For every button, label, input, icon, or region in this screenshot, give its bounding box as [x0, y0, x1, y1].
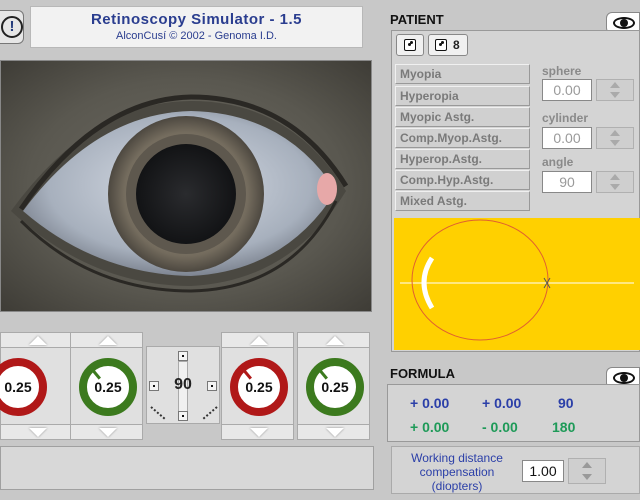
formula-label: FORMULA [390, 366, 455, 381]
exclamation-icon: ! [1, 16, 23, 38]
dial-up-button[interactable] [297, 332, 370, 348]
eye-illustration [11, 94, 349, 293]
dial-down-button[interactable] [297, 424, 370, 440]
dial-ring[interactable]: 0.25 [306, 358, 364, 416]
patient-label: PATIENT [390, 12, 444, 27]
dial-down-button[interactable] [221, 424, 294, 440]
spin-down-icon [610, 184, 620, 190]
arrow-up-icon [29, 336, 47, 345]
angle-spinner[interactable] [596, 171, 634, 193]
cylinder-dial-green: 0.25 [297, 332, 370, 440]
wd-label-line: compensation [419, 465, 495, 479]
sphere-spinner[interactable] [596, 79, 634, 101]
cylinder-dial-red: 0.25 [221, 332, 294, 440]
dial-face: 0.25 [70, 348, 143, 424]
working-distance-spinner[interactable] [568, 458, 606, 484]
eye-schematic [400, 219, 634, 341]
case-myopic-astg[interactable]: Myopic Astg. [395, 107, 530, 127]
angle-label: angle [542, 155, 574, 169]
rotate-right-icon[interactable] [201, 403, 219, 421]
spin-up-icon [582, 462, 592, 468]
dial-face: 0.25 [221, 348, 294, 424]
arrow-up-icon [326, 336, 344, 345]
rotate-left-icon[interactable] [149, 403, 167, 421]
axis-right-dot-icon[interactable] [207, 381, 217, 391]
dial-up-button[interactable] [0, 332, 73, 348]
optics-diagram [394, 218, 640, 350]
formula-transposed-axis: 180 [552, 419, 576, 435]
formula-transposed-sphere: + 0.00 [410, 419, 450, 435]
status-bar [0, 446, 374, 490]
case-comp-hyp-astg[interactable]: Comp.Hyp.Astg. [395, 170, 530, 190]
spin-down-icon [610, 92, 620, 98]
axis-value: 90 [174, 376, 192, 393]
working-distance-label: Working distance compensation (diopters) [396, 451, 518, 493]
arrow-down-icon [326, 428, 344, 437]
arrow-up-icon [99, 336, 117, 345]
dial-face: 0.25 [0, 348, 73, 424]
sphere-label: sphere [542, 64, 582, 78]
die-icon [404, 39, 416, 51]
axis-down-dot-icon[interactable] [178, 411, 188, 421]
warning-button[interactable]: ! [0, 10, 24, 44]
dial-value: 0.25 [321, 379, 349, 395]
formula-axis: 90 [558, 395, 574, 411]
dial-down-button[interactable] [0, 424, 73, 440]
angle-field[interactable]: 90 [542, 171, 592, 193]
dial-face: 0.25 [297, 348, 370, 424]
cylinder-spinner[interactable] [596, 127, 634, 149]
dial-ring[interactable]: 0.25 [79, 358, 137, 416]
eye-image [0, 60, 372, 312]
arrow-up-icon [250, 336, 268, 345]
spin-up-icon [610, 130, 620, 136]
case-comp-myop-astg[interactable]: Comp.Myop.Astg. [395, 128, 530, 148]
eye-icon [613, 372, 635, 384]
dial-value: 0.25 [245, 379, 273, 395]
arrow-down-icon [250, 428, 268, 437]
dial-value: 0.25 [94, 379, 122, 395]
dial-ring[interactable]: 0.25 [0, 358, 47, 416]
formula-sphere: + 0.00 [410, 395, 450, 411]
formula-cylinder: + 0.00 [482, 395, 522, 411]
case-myopia[interactable]: Myopia [395, 64, 530, 84]
random-case-button[interactable] [396, 34, 424, 56]
axis-up-dot-icon[interactable] [178, 351, 188, 361]
spin-up-icon [610, 82, 620, 88]
arrow-down-icon [99, 428, 117, 437]
dial-up-button[interactable] [221, 332, 294, 348]
cylinder-label: cylinder [542, 111, 589, 125]
dial-down-button[interactable] [70, 424, 143, 440]
spin-down-icon [582, 474, 592, 480]
app-subtitle: AlconCusí © 2002 - Genoma I.D. [116, 30, 277, 42]
formula-transposed-cylinder: - 0.00 [482, 419, 518, 435]
title-box: Retinoscopy Simulator - 1.5 AlconCusí © … [30, 6, 363, 48]
arrow-down-icon [29, 428, 47, 437]
dial-value: 0.25 [4, 379, 32, 395]
sphere-dial-left-red: 0.25 [0, 332, 73, 440]
spin-up-icon [610, 174, 620, 180]
app-title: Retinoscopy Simulator - 1.5 [90, 11, 303, 28]
spin-down-icon [610, 140, 620, 146]
working-distance-panel: Working distance compensation (diopters)… [391, 446, 640, 494]
wd-label-line: (diopters) [431, 479, 483, 493]
case-hyperopia[interactable]: Hyperopia [395, 86, 530, 106]
eye-icon [613, 17, 635, 29]
case-hyperop-astg[interactable]: Hyperop.Astg. [395, 149, 530, 169]
cylinder-field[interactable]: 0.00 [542, 127, 592, 149]
case-mixed-astg[interactable]: Mixed Astg. [395, 191, 530, 211]
die-icon [435, 39, 447, 51]
dial-ring[interactable]: 0.25 [230, 358, 288, 416]
random-case-count-button[interactable]: 8 [428, 34, 468, 56]
dice-count: 8 [453, 38, 460, 52]
dial-up-button[interactable] [70, 332, 143, 348]
sphere-field[interactable]: 0.00 [542, 79, 592, 101]
working-distance-field[interactable]: 1.00 [522, 460, 564, 482]
formula-panel: + 0.00 + 0.00 90 + 0.00 - 0.00 180 [387, 384, 640, 442]
axis-control: 90 [146, 346, 220, 424]
wd-label-line: Working distance [411, 451, 503, 465]
sphere-dial-left-green: 0.25 [70, 332, 143, 440]
axis-left-dot-icon[interactable] [149, 381, 159, 391]
